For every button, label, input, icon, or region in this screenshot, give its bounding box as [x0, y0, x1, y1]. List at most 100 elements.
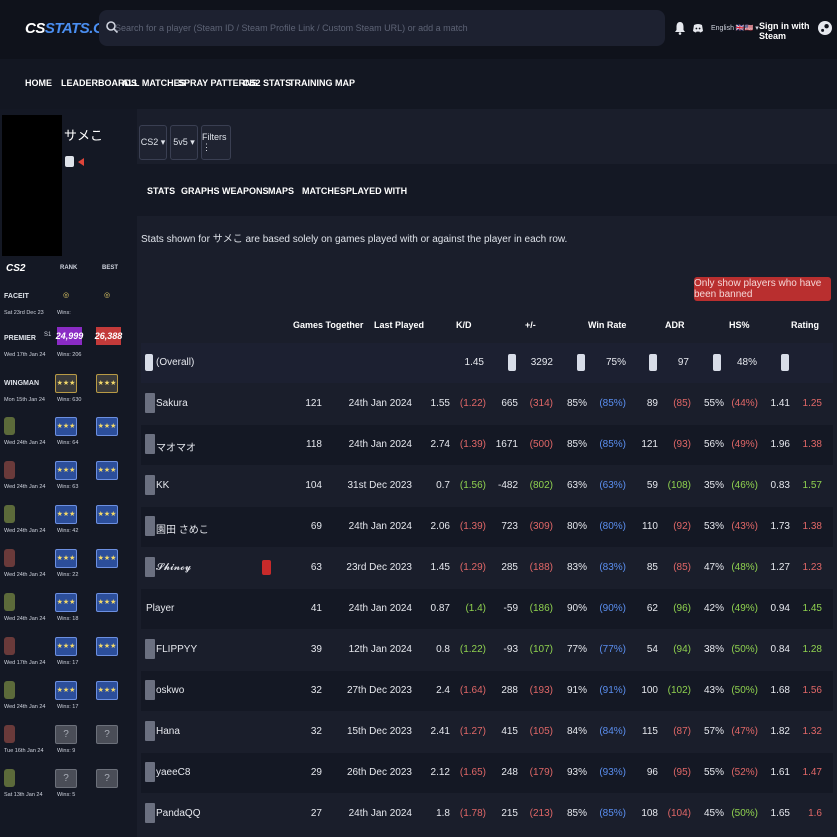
- cell-pm: 723: [501, 521, 518, 532]
- cell-kd: 1.8: [436, 808, 450, 819]
- tab-matches[interactable]: MATCHES: [302, 186, 346, 196]
- tab-played-with[interactable]: PLAYED WITH: [346, 186, 407, 196]
- cell-kd: 2.4: [436, 685, 450, 696]
- cell-winrate: 85%: [566, 398, 587, 409]
- th-win-rate[interactable]: Win Rate: [588, 320, 626, 330]
- nav-all-matches[interactable]: ALL MATCHES: [122, 78, 186, 88]
- th-kd[interactable]: K/D: [456, 320, 472, 330]
- rank-platform-label: [4, 635, 34, 657]
- filters-button[interactable]: Filters ⋮: [201, 125, 231, 160]
- player-name[interactable]: yaeeC8: [156, 767, 190, 778]
- cell-adr-other: (85): [673, 562, 691, 573]
- cell-games: 27: [310, 808, 322, 819]
- cell-pm-other: (107): [529, 644, 553, 655]
- mode-select[interactable]: 5v5 ▾: [170, 125, 198, 160]
- tab-stats[interactable]: STATS: [147, 186, 175, 196]
- steam-icon[interactable]: [818, 19, 832, 37]
- cell-hs-other: (50%): [731, 685, 758, 696]
- player-avatar: [145, 639, 155, 659]
- cell-hs-other: (43%): [731, 521, 758, 532]
- th-hs[interactable]: HS%: [729, 320, 750, 330]
- cell-games: 41: [310, 603, 322, 614]
- rank-row: PREMIER Wed 17th Jan 24 Wins: 206 S1 24,999 2…: [0, 327, 137, 371]
- cell-winrate: 77%: [566, 644, 587, 655]
- rank-row: Tue 16th Jan 24 Wins: 9??: [0, 723, 137, 767]
- table-row[interactable]: マオマオ 118 24th Jan 2024 2.74 (1.39) 1671 (500) 8…: [141, 425, 833, 465]
- th-last-played[interactable]: Last Played: [374, 320, 424, 330]
- cell-adr-other: (95): [673, 767, 691, 778]
- cell-pm: -93: [503, 644, 518, 655]
- table-row[interactable]: yaeeC8 29 26th Dec 2023 2.12 (1.65) 248 (179) 9…: [141, 753, 833, 793]
- player-name[interactable]: 𝓢𝓱𝓲𝓷𝓸𝔂: [156, 562, 191, 573]
- rank-mode-icon: [4, 505, 15, 523]
- cell-pm-other: (188): [529, 562, 553, 573]
- table-row[interactable]: PandaQQ 27 24th Jan 2024 1.8 (1.78) 215 (213) 8…: [141, 794, 833, 834]
- overall-label: (Overall): [156, 357, 195, 368]
- rank-date: Wed 17th Jan 24: [4, 660, 46, 666]
- search-bar[interactable]: [99, 10, 665, 46]
- table-row[interactable]: Sakura 121 24th Jan 2024 1.55 (1.22) 665 (314)…: [141, 384, 833, 424]
- nav-cs2-stats[interactable]: CS2 STATS: [243, 78, 291, 88]
- rank-wins: Wins: 9: [57, 748, 76, 754]
- game-select[interactable]: CS2 ▾: [139, 125, 167, 160]
- main-nav: HOME LEADERBOARDS ALL MATCHES SPRAY PATT…: [0, 59, 837, 109]
- rank-platform-label: [4, 679, 34, 701]
- cell-last-played: 26th Dec 2023: [346, 767, 412, 778]
- steam-profile-icon[interactable]: [65, 156, 74, 167]
- premier-best-rating: 26,388: [95, 327, 122, 345]
- notification-bell-icon[interactable]: [674, 21, 686, 35]
- th-rating[interactable]: Rating: [791, 320, 819, 330]
- cell-kd: 2.41: [430, 726, 450, 737]
- player-name[interactable]: Player: [146, 603, 174, 614]
- banned-filter-button[interactable]: Only show players who have been banned: [694, 277, 831, 301]
- table-row[interactable]: 園田 さめこ 69 24th Jan 2024 2.06 (1.39) 723 (309) 8…: [141, 507, 833, 547]
- table-row[interactable]: oskwo 32 27th Dec 2023 2.4 (1.64) 288 (193) 91%…: [141, 671, 833, 711]
- adr-icon: [649, 354, 657, 371]
- player-name[interactable]: oskwo: [156, 685, 184, 696]
- rank-row: Wed 17th Jan 24 Wins: 17 ★★★ ★★★: [0, 635, 137, 679]
- cell-games: 39: [310, 644, 322, 655]
- player-name[interactable]: Sakura: [156, 398, 188, 409]
- player-name[interactable]: PandaQQ: [156, 808, 200, 819]
- tab-graphs[interactable]: GRAPHS: [181, 186, 220, 196]
- cell-pm-other: (500): [529, 439, 553, 450]
- cell-rating-other: 1.25: [802, 398, 822, 409]
- cell-adr: 59: [646, 480, 658, 491]
- cell-games: 32: [310, 726, 322, 737]
- table-row[interactable]: Hana 32 15th Dec 2023 2.41 (1.27) 415 (105) 84%…: [141, 712, 833, 752]
- table-row[interactable]: KK 104 31st Dec 2023 0.7 (1.56) -482 (802) 63% (…: [141, 466, 833, 506]
- table-row[interactable]: Player 41 24th Jan 2024 0.87 (1.4) -59 (186) 90…: [141, 589, 833, 629]
- cell-last-played: 27th Dec 2023: [346, 685, 412, 696]
- faceit-icon: [262, 560, 271, 575]
- th-games[interactable]: Games Together: [293, 320, 363, 330]
- player-name[interactable]: KK: [156, 480, 169, 491]
- nav-home[interactable]: HOME: [25, 78, 52, 88]
- player-name[interactable]: 園田 さめこ: [156, 521, 209, 536]
- cell-last-played: 23rd Dec 2023: [346, 562, 412, 573]
- discord-icon[interactable]: [692, 22, 704, 34]
- th-plus-minus[interactable]: +/-: [525, 320, 536, 330]
- rank-mode-icon: [4, 461, 15, 479]
- nav-training-map[interactable]: TRAINING MAP: [289, 78, 355, 88]
- th-adr[interactable]: ADR: [665, 320, 685, 330]
- rank-platform-label: [4, 459, 34, 481]
- cell-rating-other: 1.6: [808, 808, 822, 819]
- tab-maps[interactable]: MAPS: [268, 186, 294, 196]
- player-name[interactable]: マオマオ: [156, 439, 196, 454]
- rank-mode-icon: [4, 593, 15, 611]
- cell-hs: 56%: [703, 439, 724, 450]
- cell-hs: 42%: [703, 603, 724, 614]
- rank-date: Sat 13th Jan 24: [4, 792, 43, 798]
- search-input[interactable]: [115, 10, 655, 46]
- cell-pm: 665: [501, 398, 518, 409]
- cell-adr: 89: [646, 398, 658, 409]
- tab-weapons[interactable]: WEAPONS: [222, 186, 269, 196]
- table-row[interactable]: 𝓢𝓱𝓲𝓷𝓸𝔂 63 23rd Dec 2023 1.45 (1.29) 285 (188) 8…: [141, 548, 833, 588]
- player-name[interactable]: FLIPPYY: [156, 644, 197, 655]
- rank-badge-icon: ★★★: [55, 637, 77, 656]
- language-selector[interactable]: English 🇬🇧🇺🇸 ▾: [711, 24, 759, 32]
- table-row[interactable]: FLIPPYY 39 12th Jan 2024 0.8 (1.22) -93 (107) 7…: [141, 630, 833, 670]
- cell-winrate: 85%: [566, 808, 587, 819]
- cell-winrate-other: (93%): [599, 767, 626, 778]
- player-name[interactable]: Hana: [156, 726, 180, 737]
